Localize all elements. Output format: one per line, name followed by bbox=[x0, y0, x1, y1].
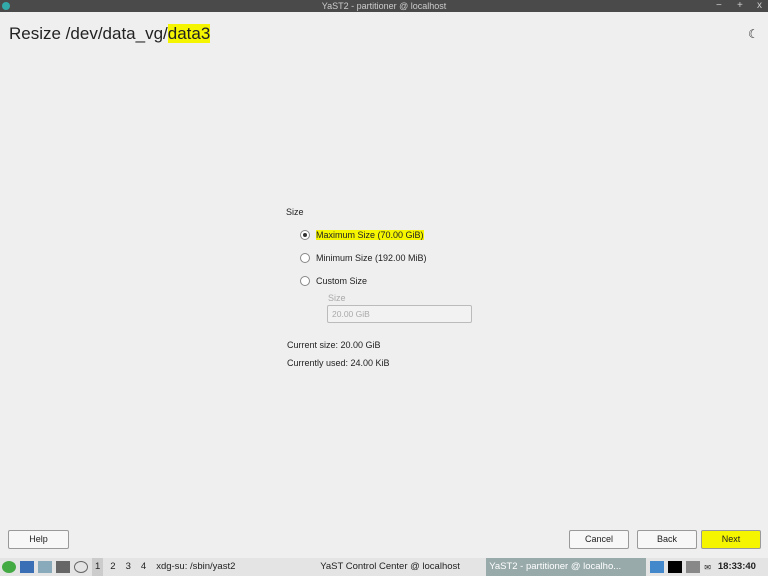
radio-label: Maximum Size (70.00 GiB) bbox=[316, 230, 424, 240]
desktop-icon[interactable] bbox=[20, 561, 34, 573]
radio-custom-size[interactable]: Custom Size bbox=[300, 276, 367, 286]
cpu-monitor-icon bbox=[650, 561, 665, 573]
title-prefix: Resize /dev/data_vg/ bbox=[9, 24, 168, 43]
task-xdg-su[interactable]: xdg-su: /sbin/yast2 bbox=[153, 558, 313, 576]
radio-indicator bbox=[300, 276, 310, 286]
next-button[interactable]: Next bbox=[701, 530, 761, 549]
custom-size-label: Size bbox=[328, 293, 346, 303]
radio-label: Minimum Size (192.00 MiB) bbox=[316, 253, 427, 263]
close-button[interactable]: x bbox=[757, 0, 762, 12]
window-title: YaST2 - partitioner @ localhost bbox=[321, 1, 447, 11]
workspace-2[interactable]: 2 bbox=[107, 558, 118, 576]
mail-icon[interactable]: ✉ bbox=[704, 563, 711, 572]
window-titlebar: YaST2 - partitioner @ localhost − + x bbox=[0, 0, 768, 12]
radio-label: Custom Size bbox=[316, 276, 368, 286]
currently-used: Currently used: 24.00 KiB bbox=[287, 358, 390, 368]
file-manager-icon[interactable] bbox=[38, 561, 52, 573]
clock[interactable]: 18:33:40 bbox=[715, 558, 759, 576]
cancel-button[interactable]: Cancel bbox=[569, 530, 629, 549]
terminal-icon[interactable] bbox=[56, 561, 70, 573]
maximize-button[interactable]: + bbox=[737, 0, 743, 12]
radio-minimum-size[interactable]: Minimum Size (192.00 MiB) bbox=[300, 253, 427, 263]
minimize-button[interactable]: − bbox=[716, 0, 722, 12]
back-button[interactable]: Back bbox=[637, 530, 697, 549]
network-monitor-icon bbox=[686, 561, 701, 573]
custom-size-input[interactable]: 20.00 GiB bbox=[327, 305, 472, 323]
browser-icon[interactable] bbox=[74, 561, 88, 573]
workspace-3[interactable]: 3 bbox=[123, 558, 134, 576]
yast-app-icon bbox=[2, 2, 10, 10]
title-device: data3 bbox=[167, 24, 211, 43]
current-size: Current size: 20.00 GiB bbox=[287, 340, 381, 350]
radio-indicator bbox=[300, 230, 310, 240]
radio-maximum-size[interactable]: Maximum Size (70.00 GiB) bbox=[300, 230, 424, 240]
task-yast-control-center[interactable]: YaST Control Center @ localhost bbox=[317, 558, 482, 576]
taskbar: 1 2 3 4 xdg-su: /sbin/yast2 YaST Control… bbox=[0, 558, 768, 576]
help-button[interactable]: Help bbox=[8, 530, 69, 549]
workspace-4[interactable]: 4 bbox=[138, 558, 149, 576]
task-yast-partitioner[interactable]: YaST2 - partitioner @ localho... bbox=[486, 558, 647, 576]
moon-icon[interactable]: ☾ bbox=[748, 27, 759, 41]
start-menu-icon[interactable] bbox=[2, 561, 16, 573]
memory-monitor-icon bbox=[668, 561, 683, 573]
size-group-label: Size bbox=[286, 207, 304, 217]
radio-indicator bbox=[300, 253, 310, 263]
page-title: Resize /dev/data_vg/data3 bbox=[9, 24, 211, 44]
workspace-1[interactable]: 1 bbox=[92, 558, 104, 576]
